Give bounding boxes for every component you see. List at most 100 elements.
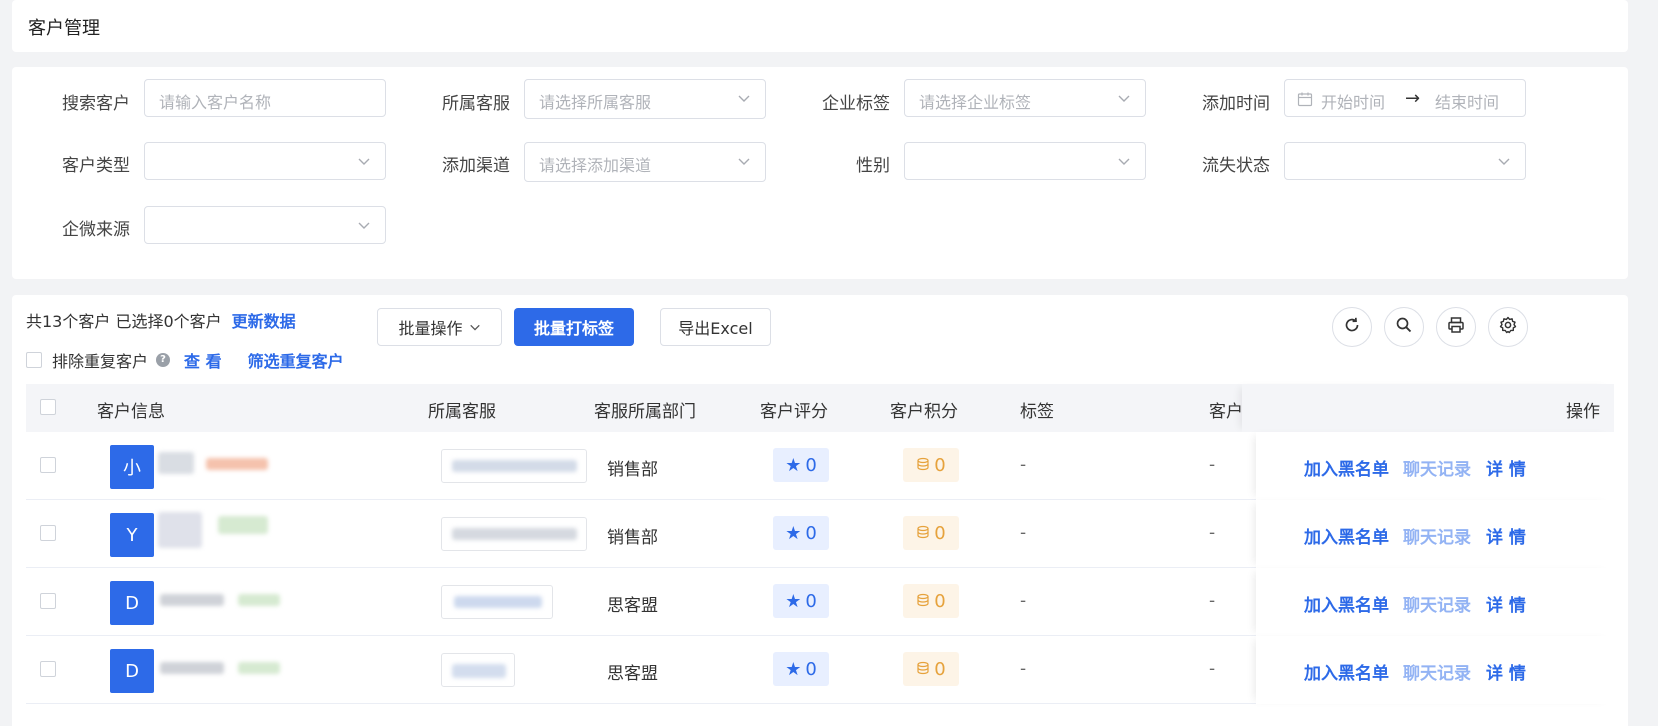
redacted-service (454, 596, 542, 608)
ops-cell: 加入黑名单 聊天记录 详 情 (1256, 568, 1614, 636)
score-badge: ★ 0 (773, 652, 829, 686)
coin-icon (916, 455, 930, 476)
add-blacklist-link[interactable]: 加入黑名单 (1304, 523, 1389, 548)
service-label: 所属客服 (442, 94, 510, 114)
corp-tag-placeholder: 请选择企业标签 (919, 93, 1032, 112)
add-time-range-picker[interactable]: 开始时间 → 结束时间 (1284, 79, 1526, 117)
more-cell: - (1209, 659, 1216, 679)
points-badge: 0 (903, 652, 959, 686)
chat-history-link[interactable]: 聊天记录 (1403, 659, 1471, 684)
ops-cell: 加入黑名单 聊天记录 详 情 (1256, 636, 1614, 704)
dept-cell: 思客盟 (607, 664, 658, 684)
add-channel-label: 添加渠道 (442, 156, 510, 176)
avatar: 小 (110, 445, 154, 489)
batch-ops-dropdown[interactable]: 批量操作 (377, 308, 502, 346)
more-cell: - (1209, 591, 1216, 611)
add-blacklist-link[interactable]: 加入黑名单 (1304, 455, 1389, 480)
select-all-checkbox[interactable] (40, 399, 56, 415)
add-channel-select[interactable]: 请选择添加渠道 (524, 142, 766, 182)
add-blacklist-link[interactable]: 加入黑名单 (1304, 659, 1389, 684)
redacted-label (238, 662, 280, 674)
dept-cell: 思客盟 (607, 596, 658, 616)
dept-cell: 销售部 (607, 460, 658, 480)
row-checkbox[interactable] (40, 661, 56, 677)
refresh-data-link[interactable]: 更新数据 (232, 312, 296, 331)
settings-button[interactable] (1488, 307, 1528, 347)
chat-history-link[interactable]: 聊天记录 (1403, 591, 1471, 616)
chat-history-link[interactable]: 聊天记录 (1403, 523, 1471, 548)
chat-history-link[interactable]: 聊天记录 (1403, 455, 1471, 480)
calendar-icon (1297, 91, 1313, 107)
detail-link[interactable]: 详 情 (1486, 591, 1526, 616)
service-select[interactable]: 请选择所属客服 (524, 79, 766, 119)
search-customer-input[interactable]: 请输入客户名称 (144, 79, 386, 117)
search-icon (1395, 316, 1413, 338)
chevron-down-icon (357, 154, 371, 168)
row-checkbox[interactable] (40, 593, 56, 609)
ops-cell: 加入黑名单 聊天记录 详 情 (1256, 432, 1614, 500)
score-value: 0 (805, 454, 817, 476)
col-tags: 标签 (1020, 402, 1054, 422)
corp-tag-select[interactable]: 请选择企业标签 (904, 79, 1146, 117)
avatar: D (110, 649, 154, 693)
coin-icon (916, 659, 930, 680)
print-icon (1447, 316, 1465, 338)
star-icon: ★ (785, 522, 802, 544)
chevron-down-icon (1497, 154, 1511, 168)
col-service: 所属客服 (428, 402, 496, 422)
row-checkbox[interactable] (40, 457, 56, 473)
export-excel-button[interactable]: 导出Excel (660, 308, 771, 346)
col-dept: 客服所属部门 (594, 402, 696, 422)
add-blacklist-link[interactable]: 加入黑名单 (1304, 591, 1389, 616)
gender-label: 性别 (856, 156, 890, 176)
col-ops: 操作 (1566, 402, 1600, 422)
exclude-duplicates-label: 排除重复客户 (52, 352, 149, 371)
score-badge: ★ 0 (773, 448, 829, 482)
detail-link[interactable]: 详 情 (1486, 659, 1526, 684)
refresh-icon (1343, 316, 1361, 338)
dedupe-row: 排除重复客户 ? 查 看 筛选重复客户 (26, 348, 344, 372)
settings-icon (1499, 316, 1517, 338)
star-icon: ★ (785, 590, 802, 612)
wecom-source-select[interactable] (144, 206, 386, 244)
points-value: 0 (934, 590, 946, 612)
star-icon: ★ (785, 658, 802, 680)
exclude-duplicates-checkbox[interactable] (26, 352, 42, 368)
chevron-down-icon (737, 154, 751, 168)
summary-text: 共13个客户 已选择0个客户 (26, 312, 222, 331)
redacted-label (238, 594, 280, 606)
detail-link[interactable]: 详 情 (1486, 523, 1526, 548)
score-value: 0 (805, 658, 817, 680)
add-time-label: 添加时间 (1202, 94, 1270, 114)
batch-tag-button[interactable]: 批量打标签 (514, 308, 634, 346)
ops-cell: 加入黑名单 聊天记录 详 情 (1256, 500, 1614, 568)
avatar: Y (110, 513, 154, 557)
row-checkbox[interactable] (40, 525, 56, 541)
detail-link[interactable]: 详 情 (1486, 455, 1526, 480)
table-panel: 共13个客户 已选择0个客户 更新数据 排除重复客户 ? 查 看 筛选重复客户 批… (12, 295, 1628, 726)
ops-header-cell: 操作 (1242, 384, 1614, 432)
filter-duplicates-link[interactable]: 筛选重复客户 (248, 348, 344, 372)
redacted-service (452, 460, 577, 472)
churn-status-label: 流失状态 (1202, 156, 1270, 176)
more-cell: - (1209, 523, 1216, 543)
view-link[interactable]: 查 看 (184, 348, 222, 372)
customer-type-select[interactable] (144, 142, 386, 180)
score-badge: ★ 0 (773, 516, 829, 550)
refresh-button[interactable] (1332, 307, 1372, 347)
help-icon[interactable]: ? (156, 353, 171, 367)
gender-select[interactable] (904, 142, 1146, 180)
points-badge: 0 (903, 516, 959, 550)
search-button[interactable] (1384, 307, 1424, 347)
service-placeholder: 请选择所属客服 (539, 93, 652, 112)
start-time-placeholder: 开始时间 (1321, 93, 1386, 112)
tags-cell: - (1020, 659, 1027, 679)
print-button[interactable] (1436, 307, 1476, 347)
range-separator: → (1405, 88, 1421, 109)
coin-icon (916, 591, 930, 612)
header-panel: 客户管理 (12, 0, 1628, 52)
redacted-label (218, 516, 268, 534)
col-customer-info: 客户信息 (97, 402, 165, 422)
table-row: Y 销售部 ★ 0 0 - - 加入黑名单 聊天记录 详 情 (26, 500, 1614, 568)
churn-status-select[interactable] (1284, 142, 1526, 180)
